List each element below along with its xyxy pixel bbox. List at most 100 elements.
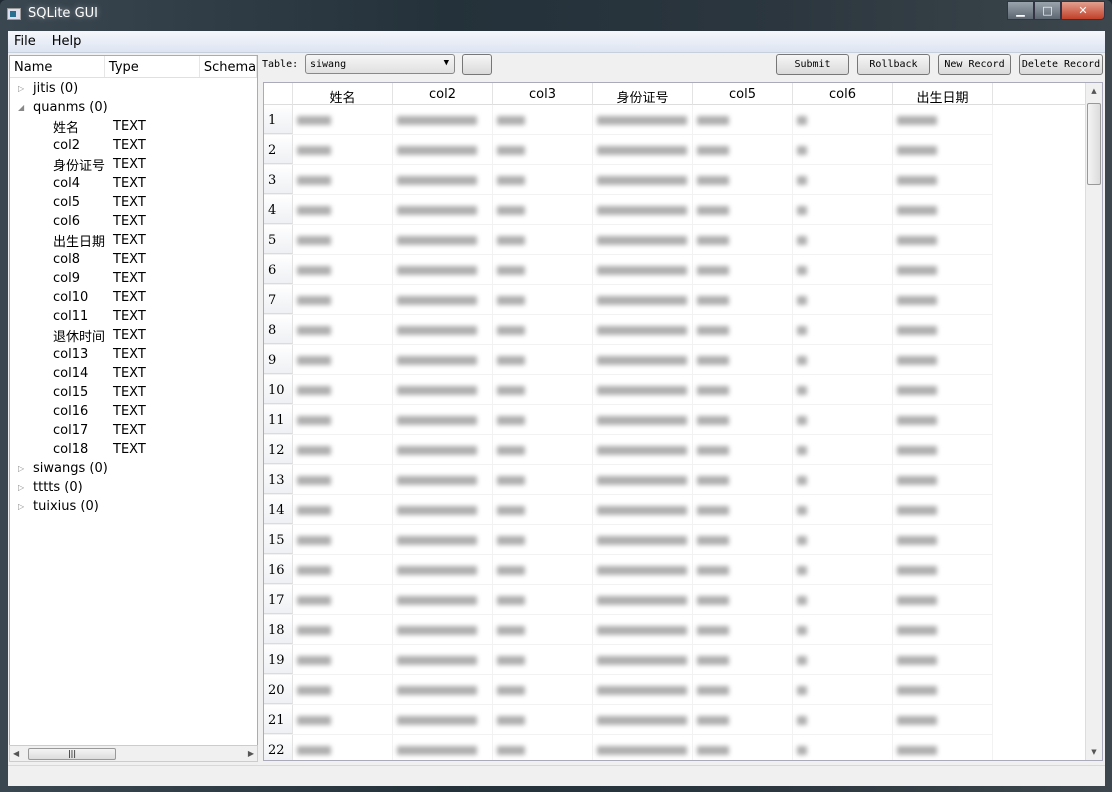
column-header[interactable]: col3: [493, 83, 593, 105]
table-cell[interactable]: [593, 645, 693, 674]
table-cell[interactable]: [893, 285, 993, 314]
table-cell[interactable]: [593, 285, 693, 314]
table-cell[interactable]: [793, 195, 893, 224]
table-cell[interactable]: [793, 285, 893, 314]
table-cell[interactable]: [793, 255, 893, 284]
table-cell[interactable]: [893, 165, 993, 194]
table-cell[interactable]: [693, 135, 793, 164]
scroll-right-icon[interactable]: ▶: [248, 749, 254, 758]
table-cell[interactable]: [893, 195, 993, 224]
row-number[interactable]: 21: [264, 705, 293, 734]
collapsed-arrow-icon[interactable]: ▷: [18, 84, 28, 93]
table-cell[interactable]: [493, 285, 593, 314]
column-header[interactable]: col2: [393, 83, 493, 105]
grid-vertical-scrollbar[interactable]: ▲ ▼: [1085, 83, 1102, 760]
table-cell[interactable]: [293, 495, 393, 524]
table-cell[interactable]: [893, 735, 993, 760]
table-cell[interactable]: [793, 435, 893, 464]
table-cell[interactable]: [493, 135, 593, 164]
new-record-button[interactable]: New Record: [938, 54, 1011, 75]
table-cell[interactable]: [693, 675, 793, 704]
column-header[interactable]: col6: [793, 83, 893, 105]
table-cell[interactable]: [393, 345, 493, 374]
table-cell[interactable]: [693, 255, 793, 284]
table-cell[interactable]: [293, 345, 393, 374]
row-number[interactable]: 4: [264, 195, 293, 224]
table-cell[interactable]: [593, 735, 693, 760]
table-cell[interactable]: [293, 315, 393, 344]
table-cell[interactable]: [493, 585, 593, 614]
table-cell[interactable]: [393, 105, 493, 134]
tree-column-item[interactable]: col8 TEXT: [10, 250, 257, 269]
table-cell[interactable]: [293, 585, 393, 614]
tree-column-item[interactable]: col6 TEXT: [10, 212, 257, 231]
table-cell[interactable]: [393, 525, 493, 554]
table-cell[interactable]: [493, 345, 593, 374]
table-cell[interactable]: [593, 525, 693, 554]
table-cell[interactable]: [293, 555, 393, 584]
rollback-button[interactable]: Rollback: [857, 54, 930, 75]
tree-column-item[interactable]: col18 TEXT: [10, 440, 257, 459]
table-cell[interactable]: [593, 465, 693, 494]
table-cell[interactable]: [493, 525, 593, 554]
submit-button[interactable]: Submit: [776, 54, 849, 75]
table-row[interactable]: 17: [264, 585, 993, 615]
table-cell[interactable]: [693, 495, 793, 524]
table-cell[interactable]: [593, 195, 693, 224]
table-cell[interactable]: [693, 525, 793, 554]
table-cell[interactable]: [393, 645, 493, 674]
table-row[interactable]: 3: [264, 165, 993, 195]
table-cell[interactable]: [593, 435, 693, 464]
table-cell[interactable]: [393, 495, 493, 524]
table-cell[interactable]: [893, 585, 993, 614]
table-cell[interactable]: [293, 465, 393, 494]
table-cell[interactable]: [593, 405, 693, 434]
table-row[interactable]: 6: [264, 255, 993, 285]
table-cell[interactable]: [593, 225, 693, 254]
table-cell[interactable]: [893, 555, 993, 584]
table-cell[interactable]: [693, 555, 793, 584]
table-cell[interactable]: [593, 375, 693, 404]
row-number[interactable]: 19: [264, 645, 293, 674]
table-cell[interactable]: [293, 705, 393, 734]
tree-column-item[interactable]: 退休时间 TEXT: [10, 326, 257, 345]
table-cell[interactable]: [393, 675, 493, 704]
row-number[interactable]: 7: [264, 285, 293, 314]
table-cell[interactable]: [293, 435, 393, 464]
table-cell[interactable]: [893, 645, 993, 674]
table-cell[interactable]: [393, 405, 493, 434]
minimize-button[interactable]: ▁: [1007, 1, 1034, 20]
tree-column-item[interactable]: col16 TEXT: [10, 402, 257, 421]
table-cell[interactable]: [693, 735, 793, 760]
table-row[interactable]: 14: [264, 495, 993, 525]
row-number[interactable]: 18: [264, 615, 293, 644]
scroll-up-icon[interactable]: ▲: [1086, 87, 1102, 95]
menu-file[interactable]: File: [14, 34, 36, 49]
tree-column-item[interactable]: col15 TEXT: [10, 383, 257, 402]
table-cell[interactable]: [893, 225, 993, 254]
table-row[interactable]: 18: [264, 615, 993, 645]
table-row[interactable]: 22: [264, 735, 993, 760]
table-cell[interactable]: [693, 615, 793, 644]
column-header[interactable]: 身份证号: [593, 83, 693, 106]
row-number[interactable]: 13: [264, 465, 293, 494]
table-cell[interactable]: [293, 105, 393, 134]
tree-column-item[interactable]: col5 TEXT: [10, 193, 257, 212]
table-cell[interactable]: [693, 405, 793, 434]
table-cell[interactable]: [493, 465, 593, 494]
table-cell[interactable]: [293, 165, 393, 194]
row-number[interactable]: 5: [264, 225, 293, 254]
table-cell[interactable]: [493, 645, 593, 674]
table-cell[interactable]: [293, 225, 393, 254]
table-cell[interactable]: [693, 165, 793, 194]
table-cell[interactable]: [293, 195, 393, 224]
table-cell[interactable]: [293, 135, 393, 164]
table-cell[interactable]: [793, 645, 893, 674]
table-cell[interactable]: [893, 315, 993, 344]
row-number[interactable]: 11: [264, 405, 293, 434]
table-cell[interactable]: [393, 255, 493, 284]
table-cell[interactable]: [693, 465, 793, 494]
table-cell[interactable]: [793, 375, 893, 404]
table-cell[interactable]: [493, 255, 593, 284]
table-cell[interactable]: [293, 615, 393, 644]
